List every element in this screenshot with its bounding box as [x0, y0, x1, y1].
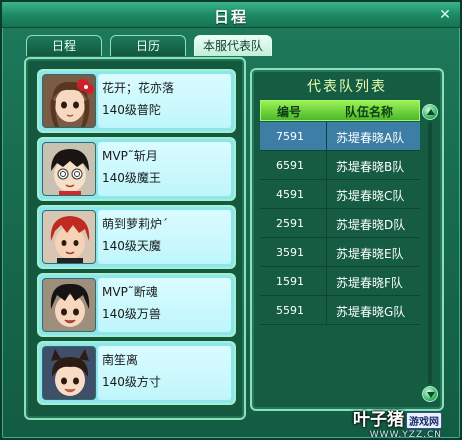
team-name: 苏堤春晓C队	[336, 189, 405, 203]
team-row[interactable]: 4591 苏堤春晓C队	[260, 180, 420, 209]
column-divider	[326, 180, 327, 208]
member-name: 南笙离	[102, 353, 139, 367]
scrollbar-track[interactable]	[428, 122, 432, 384]
member-level: 140级魔王	[102, 171, 161, 185]
schedule-window: 日程 ✕ 日程 日历 本服代表队 花开；花亦落 140级普陀 MVP˜斩月 14…	[0, 0, 462, 440]
member-info: 南笙离 140级方寸	[98, 346, 231, 400]
member-info: 花开；花亦落 140级普陀	[98, 74, 231, 128]
tab-schedule[interactable]: 日程	[26, 35, 102, 56]
member-card[interactable]: 花开；花亦落 140级普陀	[37, 69, 236, 133]
column-divider	[326, 267, 327, 295]
team-row[interactable]: 6591 苏堤春晓B队	[260, 151, 420, 180]
member-name: 萌到萝莉炉ˊ	[102, 217, 169, 231]
team-row[interactable]: 2591 苏堤春晓D队	[260, 209, 420, 238]
member-info: MVP˜斩月 140级魔王	[98, 142, 231, 196]
column-header-id: 编号	[277, 105, 302, 119]
watermark-url: WWW.YZZ.CN	[369, 430, 442, 440]
column-divider	[326, 296, 327, 324]
member-info: 萌到萝莉炉ˊ 140级天魔	[98, 210, 231, 264]
title-bar[interactable]: 日程 ✕	[2, 2, 460, 28]
member-name: MVP˜斩月	[102, 149, 158, 163]
team-list-panel: 代表队列表 编号 队伍名称 7591 苏堤春晓A队 6591 苏堤春晓B队 45…	[250, 68, 444, 411]
team-row[interactable]: 5591 苏堤春晓G队	[260, 296, 420, 325]
member-name: 花开；花亦落	[102, 81, 175, 95]
team-id: 3591	[276, 246, 304, 259]
boy-avatar-icon	[42, 142, 96, 196]
watermark-badge: 游戏网	[406, 411, 442, 429]
tab-calendar[interactable]: 日历	[110, 35, 186, 56]
member-info: MVP˜断魂 140级万兽	[98, 278, 231, 332]
team-id: 1591	[276, 275, 304, 288]
team-id: 4591	[276, 188, 304, 201]
boy-avatar-icon	[42, 210, 96, 264]
scroll-up-icon[interactable]	[422, 104, 438, 120]
team-id: 2591	[276, 217, 304, 230]
member-level: 140级方寸	[102, 375, 161, 389]
column-header-team: 队伍名称	[345, 105, 394, 119]
boy-avatar-icon	[42, 278, 96, 332]
column-divider	[326, 209, 327, 237]
tab-server-team[interactable]: 本服代表队	[194, 35, 272, 56]
team-row[interactable]: 1591 苏堤春晓F队	[260, 267, 420, 296]
member-card[interactable]: 南笙离 140级方寸	[37, 341, 236, 405]
girl-avatar-icon	[42, 74, 96, 128]
member-panel: 花开；花亦落 140级普陀 MVP˜斩月 140级魔王 萌到萝莉炉ˊ 140级天…	[24, 57, 246, 420]
member-name: MVP˜断魂	[102, 285, 158, 299]
member-level: 140级万兽	[102, 307, 161, 321]
team-list-rows: 7591 苏堤春晓A队 6591 苏堤春晓B队 4591 苏堤春晓C队 2591…	[260, 122, 420, 325]
girl-avatar-icon	[42, 346, 96, 400]
member-level: 140级普陀	[102, 103, 161, 117]
scroll-down-icon[interactable]	[422, 386, 438, 402]
team-name: 苏堤春晓A队	[336, 131, 405, 145]
team-list-title: 代表队列表	[307, 79, 387, 95]
team-row[interactable]: 3591 苏堤春晓E队	[260, 238, 420, 267]
member-level: 140级天魔	[102, 239, 161, 253]
site-watermark: 叶子猪 游戏网	[353, 405, 442, 430]
team-list-header: 编号 队伍名称	[260, 100, 420, 121]
close-icon[interactable]: ✕	[436, 6, 454, 24]
member-card[interactable]: MVP˜斩月 140级魔王	[37, 137, 236, 201]
team-name: 苏堤春晓F队	[336, 276, 403, 290]
column-divider	[326, 151, 327, 179]
window-title: 日程	[213, 8, 248, 26]
team-id: 5591	[276, 304, 304, 317]
team-row[interactable]: 7591 苏堤春晓A队	[260, 122, 420, 151]
team-name: 苏堤春晓E队	[336, 247, 404, 261]
column-divider	[326, 238, 327, 266]
team-id: 6591	[276, 159, 304, 172]
column-divider	[326, 122, 327, 150]
watermark-text: 叶子猪	[353, 410, 404, 430]
member-card[interactable]: MVP˜断魂 140级万兽	[37, 273, 236, 337]
team-name: 苏堤春晓D队	[336, 218, 406, 232]
team-name: 苏堤春晓G队	[336, 305, 406, 319]
team-name: 苏堤春晓B队	[336, 160, 405, 174]
team-id: 7591	[276, 130, 304, 143]
member-card[interactable]: 萌到萝莉炉ˊ 140级天魔	[37, 205, 236, 269]
